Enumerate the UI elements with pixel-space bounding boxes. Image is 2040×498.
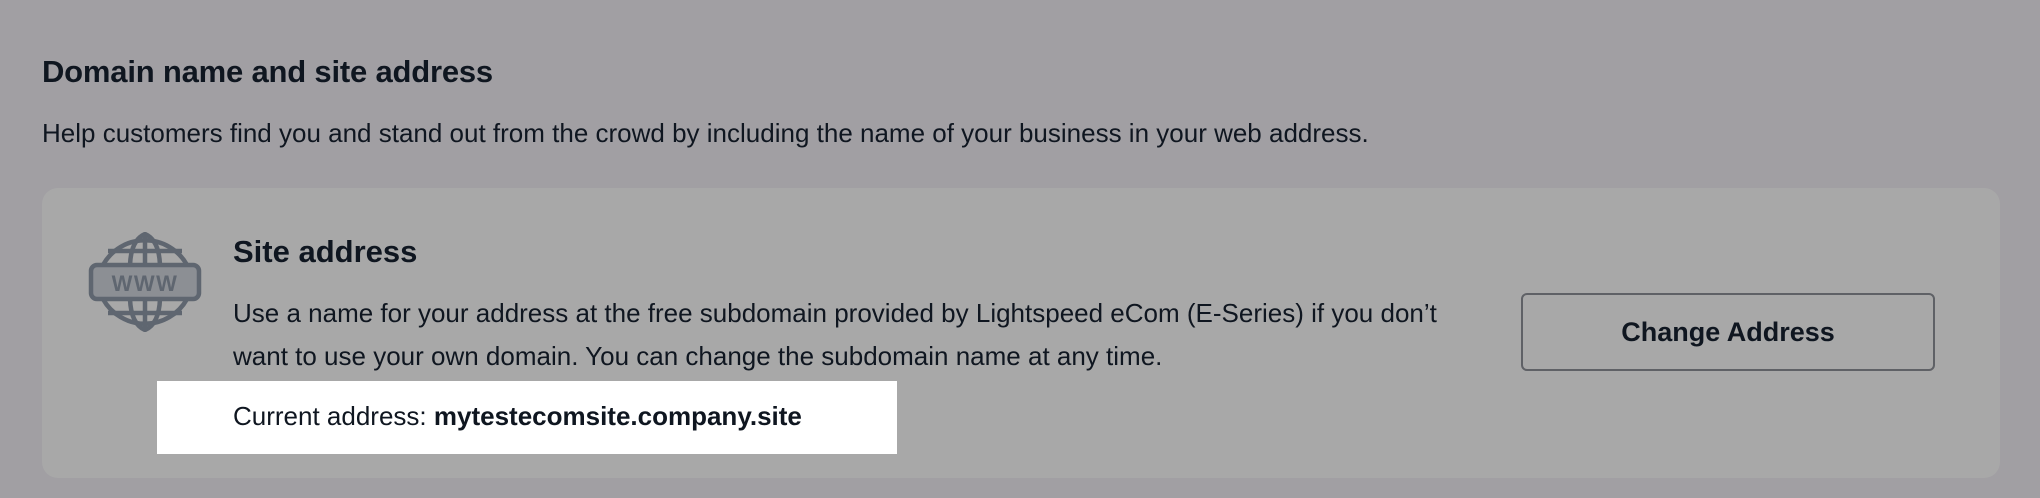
www-globe-icon: WWW — [88, 232, 202, 332]
current-address-label: Current address: — [233, 401, 434, 431]
card-description: Use a name for your address at the free … — [233, 298, 1437, 371]
change-address-button[interactable]: Change Address — [1521, 293, 1935, 371]
www-icon-label: WWW — [112, 271, 179, 296]
current-address-value: mytestecomsite.company.site — [433, 401, 802, 431]
current-address-highlight: Current address: mytestecomsite.company.… — [157, 381, 897, 454]
site-address-card: WWW Site address Use a name for your add… — [42, 188, 2000, 478]
section-description: Help customers find you and stand out fr… — [42, 118, 1369, 148]
section-title: Domain name and site address — [42, 54, 493, 89]
current-address: Current address: mytestecomsite.company.… — [233, 399, 802, 433]
card-title: Site address — [233, 234, 418, 269]
